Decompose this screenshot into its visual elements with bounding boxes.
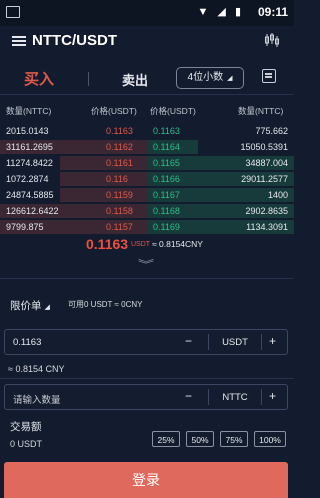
ob-header-buy-price: 价格(USDT)	[150, 106, 196, 116]
sell-price: 0.1161	[106, 158, 133, 168]
price-plus-button[interactable]: +	[269, 334, 276, 348]
buy-qty: 15050.5391	[240, 142, 288, 152]
login-button[interactable]: 登录	[4, 462, 288, 498]
trade-amount-value: 0 USDT	[10, 439, 43, 449]
buy-qty: 1134.3091	[246, 222, 288, 232]
ob-header-sell-price: 价格(USDT)	[91, 106, 137, 116]
orderbook-row[interactable]: 1072.2874 0.116 0.1166 29011.2577	[0, 172, 294, 186]
orderbook-row[interactable]: 31161.2695 0.1162 0.1164 15050.5391	[0, 140, 294, 154]
ob-header-sell-qty: 数量(NTTC)	[6, 106, 52, 116]
order-type-label: 限价单	[10, 300, 42, 312]
divider	[0, 378, 294, 379]
sell-qty: 24874.5885	[6, 190, 54, 200]
quantity-input[interactable]: 请输入数量	[13, 392, 61, 406]
orderbook-row[interactable]: 2015.0143 0.1163 0.1163 775.662	[0, 124, 294, 138]
triangle-down-icon: ◢	[44, 304, 50, 311]
triangle-down-icon: ◢	[227, 75, 233, 82]
buy-qty: 2902.8635	[245, 206, 288, 216]
divider	[261, 334, 262, 350]
sell-price: 0.1158	[106, 206, 133, 216]
quantity-minus-button[interactable]: −	[185, 389, 192, 403]
buy-qty: 1400	[267, 190, 288, 200]
quantity-plus-button[interactable]: +	[269, 389, 276, 403]
orderbook-row[interactable]: 126612.6422 0.1158 0.1168 2902.8635	[0, 204, 294, 218]
orderbook-row[interactable]: 11274.8422 0.1161 0.1165 34887.004	[0, 156, 294, 170]
notification-icon	[6, 6, 20, 18]
tab-sell[interactable]: 卖出	[122, 70, 148, 89]
decimals-label: 4位小数	[187, 72, 224, 83]
sell-price: 0.1163	[106, 126, 133, 136]
divider	[208, 389, 209, 405]
sell-qty: 2015.0143	[6, 126, 49, 136]
chevron-down-icon[interactable]: ︾	[138, 256, 154, 271]
sell-qty: 126612.6422	[6, 206, 59, 216]
price-input[interactable]: 0.1163	[13, 337, 41, 348]
buy-price: 0.1166	[153, 174, 180, 184]
sell-price: 0.1159	[106, 190, 133, 200]
quantity-field[interactable]: 请输入数量 − NTTC +	[4, 384, 288, 410]
depth-bar-sell	[60, 156, 148, 170]
percent-100-button[interactable]: 100%	[254, 431, 286, 447]
sell-price: 0.116	[106, 174, 128, 184]
quantity-unit: NTTC	[222, 392, 248, 403]
sell-qty: 9799.875	[6, 222, 44, 232]
buy-price: 0.1164	[153, 142, 180, 152]
last-price-unit: USDT	[131, 241, 151, 248]
status-icons: ▼ ◢ ▮	[197, 6, 244, 18]
menu-icon[interactable]	[12, 36, 26, 46]
percent-50-button[interactable]: 50%	[186, 431, 214, 447]
price-approx-cny: ≈ 0.8154 CNY	[8, 364, 65, 374]
buy-price: 0.1163	[153, 126, 180, 136]
divider	[0, 278, 294, 279]
available-balance: 可用0 USDT ≈ 0CNY	[68, 300, 143, 309]
orderbook-row[interactable]: 24874.5885 0.1159 0.1167 1400	[0, 188, 294, 202]
page-title: NTTC/USDT	[32, 32, 117, 49]
buy-qty: 34887.004	[245, 158, 288, 168]
buy-price: 0.1169	[153, 222, 180, 232]
decimals-select[interactable]: 4位小数 ◢	[176, 67, 244, 89]
divider	[0, 94, 294, 95]
sell-qty: 1072.2874	[6, 174, 49, 184]
price-minus-button[interactable]: −	[185, 334, 192, 348]
tab-buy[interactable]: 买入	[24, 68, 54, 89]
price-field[interactable]: 0.1163 − USDT +	[4, 329, 288, 355]
buy-qty: 775.662	[255, 126, 288, 136]
percent-75-button[interactable]: 75%	[220, 431, 248, 447]
order-type-select[interactable]: 限价单 ◢	[10, 298, 50, 313]
ob-header-buy-qty: 数量(NTTC)	[238, 106, 284, 116]
trade-amount-label: 交易额	[10, 421, 42, 433]
status-bar	[0, 0, 294, 26]
buy-price: 0.1165	[153, 158, 180, 168]
buy-price: 0.1168	[153, 206, 180, 216]
orderbook-row[interactable]: 9799.875 0.1157 0.1169 1134.3091	[0, 220, 294, 234]
depth-bar-sell	[60, 172, 148, 186]
buy-price: 0.1167	[153, 190, 180, 200]
last-price-cny: ≈ 0.8154CNY	[152, 239, 203, 249]
sell-price: 0.1157	[106, 222, 133, 232]
buy-qty: 29011.2577	[241, 174, 288, 184]
percent-25-button[interactable]: 25%	[152, 431, 180, 447]
tab-divider	[88, 72, 89, 86]
divider	[208, 334, 209, 350]
status-time: 09:11	[257, 5, 288, 19]
order-list-icon[interactable]	[262, 69, 276, 83]
divider	[261, 389, 262, 405]
last-price: 0.1163	[86, 236, 129, 252]
sell-qty: 11274.8422	[6, 158, 53, 168]
sell-price: 0.1162	[106, 142, 133, 152]
sell-qty: 31161.2695	[6, 142, 53, 152]
depth-bar-sell	[60, 188, 148, 202]
price-unit: USDT	[222, 337, 248, 348]
kline-chart-icon[interactable]	[264, 32, 280, 53]
